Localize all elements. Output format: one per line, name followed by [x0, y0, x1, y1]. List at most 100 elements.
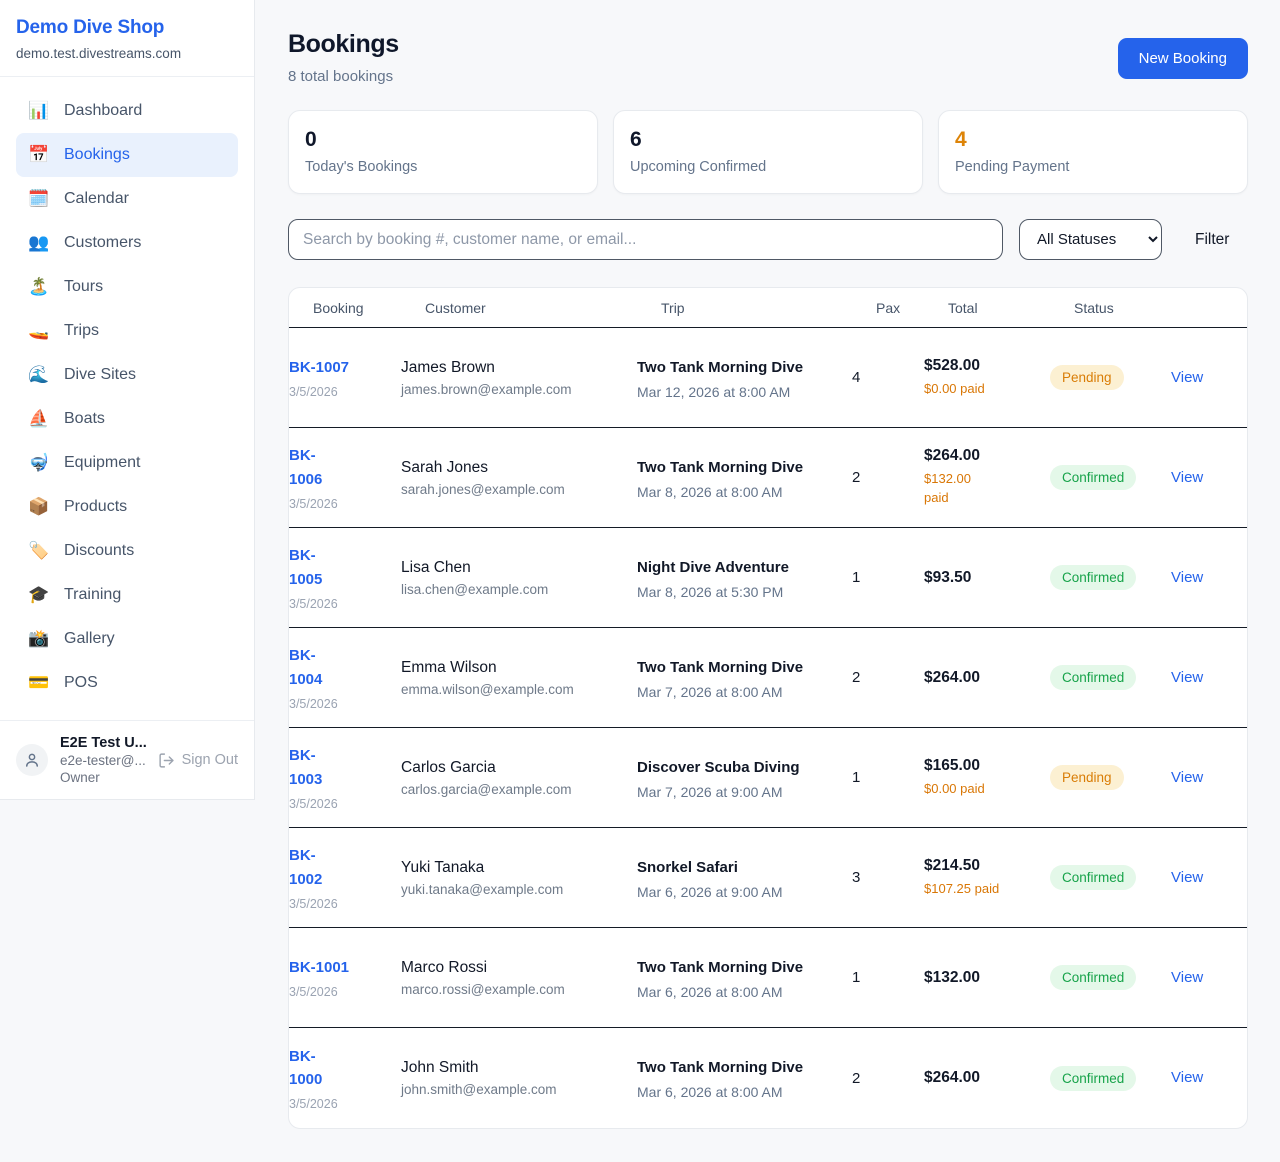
booking-date: 3/5/2026: [289, 385, 401, 399]
brand: Demo Dive Shop demo.test.divestreams.com: [0, 0, 254, 76]
sidebar-item-dashboard[interactable]: 📊Dashboard: [16, 89, 238, 133]
user-info: E2E Test U... e2e-tester@... Owner: [60, 735, 146, 785]
total-amount: $165.00: [924, 757, 1050, 775]
paid-amount: $132.00 paid: [924, 470, 978, 508]
column-header-booking: Booking: [313, 300, 425, 316]
new-booking-button[interactable]: New Booking: [1118, 38, 1248, 79]
customer-email: emma.wilson@example.com: [401, 682, 637, 697]
bookings-table: Booking Customer Trip Pax Total Status B…: [288, 287, 1248, 1129]
customer-name: Sarah Jones: [401, 459, 637, 477]
search-input[interactable]: [288, 219, 1003, 260]
customer-email: yuki.tanaka@example.com: [401, 882, 637, 897]
trip-datetime: Mar 6, 2026 at 9:00 AM: [637, 884, 852, 900]
user-role: Owner: [60, 770, 146, 785]
status-badge: Confirmed: [1050, 665, 1136, 690]
table-header-row: Booking Customer Trip Pax Total Status: [289, 288, 1247, 328]
view-link[interactable]: View: [1171, 669, 1203, 686]
customer-email: lisa.chen@example.com: [401, 582, 637, 597]
booking-id-link[interactable]: BK-1001: [289, 956, 401, 979]
sidebar-item-label: Equipment: [64, 454, 141, 472]
column-header-trip: Trip: [661, 300, 876, 316]
user-email: e2e-tester@...: [60, 753, 146, 768]
total-amount: $528.00: [924, 357, 1050, 375]
status-badge: Confirmed: [1050, 865, 1136, 890]
user-footer: E2E Test U... e2e-tester@... Owner Sign …: [0, 720, 254, 799]
sidebar-item-trips[interactable]: 🚤Trips: [16, 309, 238, 353]
sidebar-item-bookings[interactable]: 📅Bookings: [16, 133, 238, 177]
column-header-pax: Pax: [876, 300, 948, 316]
calendar-icon: 🗓️: [28, 189, 50, 209]
dashboard-icon: 📊: [28, 101, 50, 121]
total-amount: $264.00: [924, 669, 1050, 687]
sidebar-item-boats[interactable]: ⛵ Boats: [16, 397, 238, 441]
sidebar-item-products[interactable]: 📦Products: [16, 485, 238, 529]
sidebar-item-label: Boats: [64, 410, 105, 428]
sidebar-item-discounts[interactable]: 🏷️Discounts: [16, 529, 238, 573]
table-row: BK-1000 3/5/2026 John Smith john.smith@e…: [289, 1028, 1247, 1128]
user-name: E2E Test U...: [60, 735, 146, 751]
table-body: BK-1007 3/5/2026 James Brown james.brown…: [289, 328, 1247, 1128]
table-row: BK-1005 3/5/2026 Lisa Chen lisa.chen@exa…: [289, 528, 1247, 628]
stat-label: Pending Payment: [955, 159, 1231, 175]
customer-name: Yuki Tanaka: [401, 859, 637, 877]
page-title-block: Bookings 8 total bookings: [288, 30, 399, 85]
customer-name: Lisa Chen: [401, 559, 637, 577]
trip-name: Two Tank Morning Dive: [637, 1056, 805, 1080]
pax-count: 1: [852, 969, 924, 986]
sidebar-item-pos[interactable]: 💳POS: [16, 661, 238, 705]
trip-name: Two Tank Morning Dive: [637, 956, 805, 980]
sidebar-item-label: Customers: [64, 234, 141, 252]
booking-id-link[interactable]: BK-1003: [289, 744, 331, 791]
status-badge: Confirmed: [1050, 1066, 1136, 1091]
booking-id-link[interactable]: BK-1002: [289, 844, 331, 891]
status-filter-select[interactable]: All Statuses: [1019, 219, 1162, 260]
sign-out-label: Sign Out: [182, 752, 238, 768]
trips-icon: 🚤: [28, 321, 50, 341]
table-row: BK-1004 3/5/2026 Emma Wilson emma.wilson…: [289, 628, 1247, 728]
sidebar-item-label: Products: [64, 498, 127, 516]
paid-amount: $0.00 paid: [924, 380, 1050, 399]
booking-id-link[interactable]: BK-1000: [289, 1045, 331, 1092]
filter-button[interactable]: Filter: [1195, 231, 1229, 249]
booking-date: 3/5/2026: [289, 497, 401, 511]
view-link[interactable]: View: [1171, 769, 1203, 786]
view-link[interactable]: View: [1171, 969, 1203, 986]
customer-name: John Smith: [401, 1059, 637, 1077]
sidebar: Demo Dive Shop demo.test.divestreams.com…: [0, 0, 255, 800]
view-link[interactable]: View: [1171, 369, 1203, 386]
equipment-icon: 🤿: [28, 453, 50, 473]
stat-value: 0: [305, 128, 581, 152]
sidebar-item-training[interactable]: 🎓Training: [16, 573, 238, 617]
sidebar-item-calendar[interactable]: 🗓️Calendar: [16, 177, 238, 221]
customer-email: marco.rossi@example.com: [401, 982, 637, 997]
sidebar-item-equipment[interactable]: 🤿 Equipment: [16, 441, 238, 485]
shop-domain: demo.test.divestreams.com: [16, 46, 238, 61]
customers-icon: 👥: [28, 233, 50, 253]
sign-out-button[interactable]: Sign Out: [158, 752, 238, 769]
sidebar-item-tours[interactable]: 🏝️Tours: [16, 265, 238, 309]
stat-card-pending-payment: 4 Pending Payment: [938, 110, 1248, 194]
boats-icon: ⛵: [28, 409, 50, 429]
status-badge: Confirmed: [1050, 465, 1136, 490]
status-badge: Confirmed: [1050, 565, 1136, 590]
sidebar-item-label: Gallery: [64, 630, 115, 648]
view-link[interactable]: View: [1171, 1069, 1203, 1086]
booking-date: 3/5/2026: [289, 1097, 401, 1111]
view-link[interactable]: View: [1171, 569, 1203, 586]
booking-date: 3/5/2026: [289, 985, 401, 999]
booking-id-link[interactable]: BK-1006: [289, 444, 331, 491]
booking-id-link[interactable]: BK-1004: [289, 644, 331, 691]
view-link[interactable]: View: [1171, 469, 1203, 486]
view-link[interactable]: View: [1171, 869, 1203, 886]
sidebar-item-gallery[interactable]: 📸Gallery: [16, 617, 238, 661]
booking-id-link[interactable]: BK-1007: [289, 356, 401, 379]
sidebar-item-customers[interactable]: 👥 Customers: [16, 221, 238, 265]
avatar: [16, 744, 48, 776]
trip-name: Snorkel Safari: [637, 856, 805, 880]
customer-email: john.smith@example.com: [401, 1082, 637, 1097]
trip-datetime: Mar 7, 2026 at 8:00 AM: [637, 684, 852, 700]
customer-name: Marco Rossi: [401, 959, 637, 977]
sidebar-item-label: Dive Sites: [64, 366, 136, 384]
booking-id-link[interactable]: BK-1005: [289, 544, 331, 591]
sidebar-item-dive-sites[interactable]: 🌊Dive Sites: [16, 353, 238, 397]
